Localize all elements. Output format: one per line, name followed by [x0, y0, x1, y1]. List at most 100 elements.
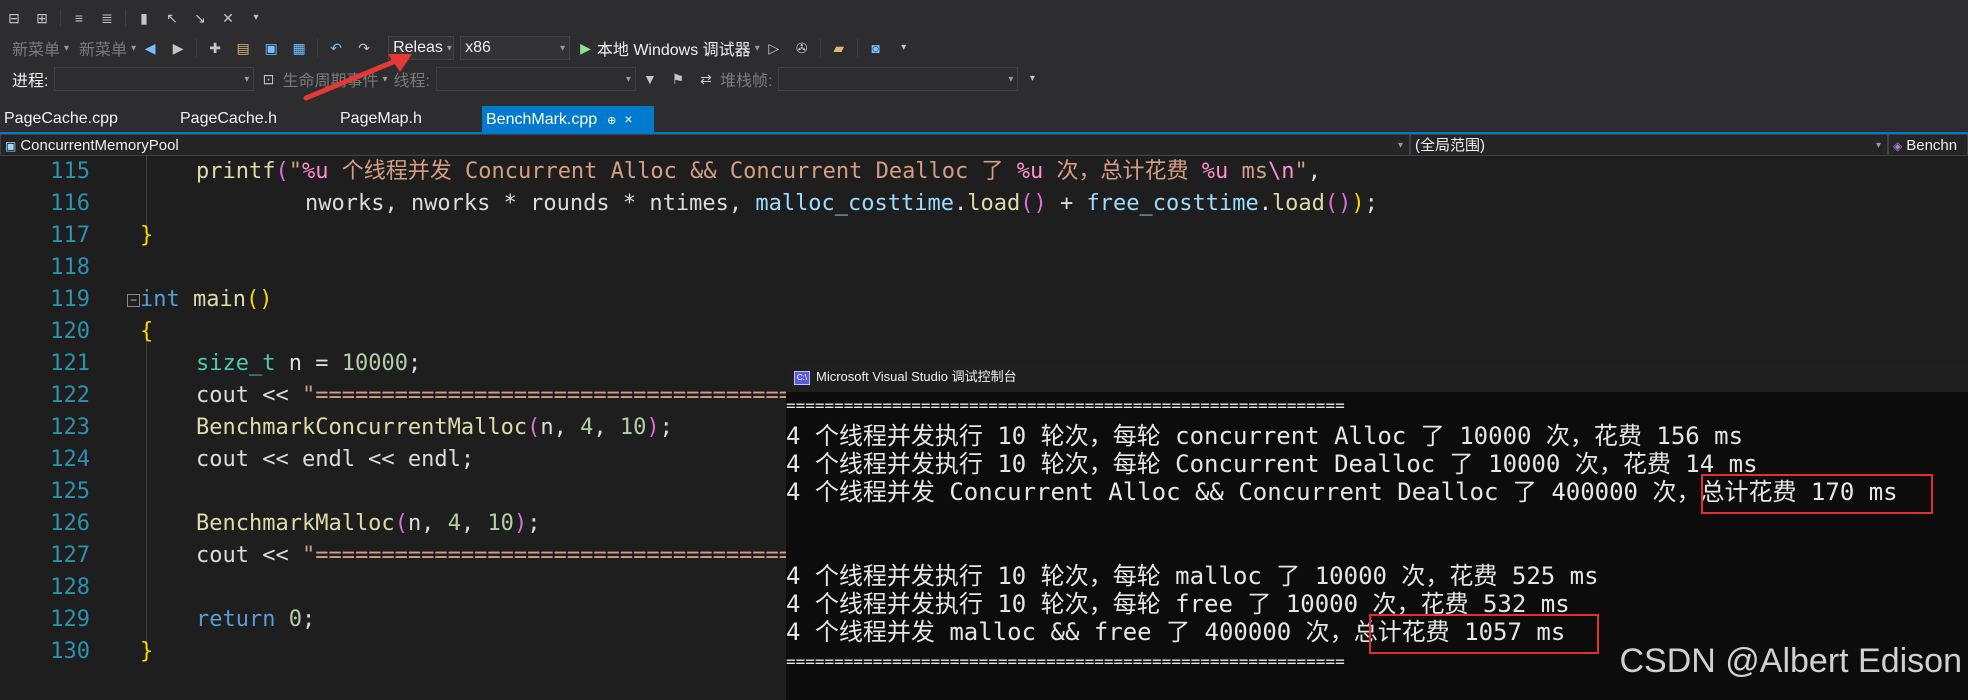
code-token: .: [1258, 191, 1272, 216]
start-debugger-button[interactable]: 本地 Windows 调试器: [597, 36, 751, 60]
line-number: 116: [50, 191, 90, 216]
code-token: 10: [487, 511, 514, 536]
code-text: }: [140, 220, 153, 252]
code-token: ": [288, 159, 302, 184]
line-number: 118: [50, 255, 90, 280]
toolbar-area: ⊟ ⊞ ≡ ≣ ▮ ↖ ↘ ✕ ▾ 新菜单 ▾ 新菜单 ▾ ◀ ▶ ✚ ▤ ▣ ▦ …: [0, 0, 1968, 112]
tab-pagemap-h[interactable]: PageMap.h: [336, 106, 426, 132]
separator: [125, 9, 126, 27]
code-token: ,: [460, 511, 488, 536]
tab-pagecache-cpp[interactable]: PageCache.cpp: [0, 106, 122, 132]
start-debug-icon[interactable]: ▶: [580, 40, 591, 57]
next-bookmark-icon[interactable]: ↘: [192, 10, 208, 26]
outdent-icon[interactable]: ≣: [99, 10, 115, 26]
code-token: size_t: [196, 351, 276, 376]
code-token: }: [140, 223, 154, 248]
bookmark-icon[interactable]: ▮: [136, 10, 152, 26]
project-name: ConcurrentMemoryPool: [20, 137, 179, 154]
code-token: ": [1294, 159, 1308, 184]
thread-switch-icon[interactable]: ⇄: [698, 71, 714, 87]
chevron-down-icon: ▾: [64, 42, 70, 54]
hot-reload-icon[interactable]: ✇: [794, 40, 810, 56]
toolbar-overflow-icon[interactable]: ▾: [896, 40, 912, 56]
code-token: (): [1020, 191, 1047, 216]
solution-platform-select[interactable]: x86 ▾: [460, 36, 571, 60]
screenshot-icon[interactable]: ◙: [868, 40, 884, 56]
code-token: ;: [527, 511, 541, 536]
open-file-icon[interactable]: ▤: [235, 40, 251, 56]
chevron-down-icon: ▾: [560, 42, 566, 54]
toolbar-overflow-icon[interactable]: ▾: [1024, 71, 1040, 87]
console-icon: C:\: [794, 370, 810, 385]
code-token: free_costtime: [1086, 191, 1259, 216]
line-number: 121: [50, 351, 90, 376]
code-text: printf("%u 个线程并发 Concurrent Alloc && Con…: [196, 156, 1321, 188]
navigation-bar: ▣ ConcurrentMemoryPool ▾ (全局范围) ▾ ◈ Benchn: [0, 134, 1968, 156]
code-token: (: [527, 415, 541, 440]
flag-icon[interactable]: ⚑: [670, 71, 686, 87]
line-number: 119: [50, 287, 90, 312]
code-token: {: [140, 319, 154, 344]
annotation-arrow: [303, 54, 412, 101]
code-token: (: [275, 159, 289, 184]
close-icon[interactable]: ×: [624, 111, 632, 127]
console-titlebar[interactable]: C:\ Microsoft Visual Studio 调试控制台: [786, 362, 1968, 392]
chevron-down-icon: ▾: [244, 73, 250, 85]
code-token: 个线程并发 Concurrent Alloc && Concurrent Dea…: [328, 159, 1017, 184]
navigate-back-icon[interactable]: ◀: [142, 40, 158, 56]
code-token: load: [967, 191, 1021, 216]
line-number: 117: [50, 223, 90, 248]
thread-select[interactable]: ▾: [435, 67, 636, 91]
code-token: nworks, nworks * rounds * ntimes,: [252, 191, 756, 216]
code-token: int: [140, 287, 180, 312]
save-icon[interactable]: ▣: [263, 40, 279, 56]
code-token: ): [646, 415, 660, 440]
line-number: 130: [50, 639, 90, 664]
toolbar-row-3: 进程: ▾ ⊡ 生命周期事件 ▾ 线程: ▾ ▼ ⚑ ⇄ 堆栈帧: ▾ ▾: [0, 66, 1968, 92]
chevron-down-icon: ▾: [625, 73, 631, 85]
toolbar-overflow-icon[interactable]: ▾: [248, 10, 264, 26]
tab-benchmark-cpp[interactable]: BenchMark.cpp ⊕ ×: [482, 106, 654, 132]
highlight-box: [1369, 614, 1599, 654]
code-token: .: [954, 191, 968, 216]
member-name: Benchn: [1906, 137, 1958, 154]
line-number: 127: [50, 543, 90, 568]
scope-dropdown[interactable]: (全局范围) ▾: [1410, 134, 1888, 156]
code-token: main: [193, 287, 246, 312]
member-dropdown[interactable]: ◈ Benchn: [1888, 134, 1968, 156]
pin-icon[interactable]: ⊕: [607, 115, 616, 127]
new-project-icon[interactable]: ✚: [207, 40, 223, 56]
toolbar-row-1: ⊟ ⊞ ≡ ≣ ▮ ↖ ↘ ✕ ▾: [0, 6, 1968, 30]
new-menu-1[interactable]: 新菜单: [12, 36, 60, 60]
comment-icon[interactable]: ⊟: [6, 10, 22, 26]
tab-pagecache-h[interactable]: PageCache.h: [176, 106, 281, 132]
stackframe-select[interactable]: ▾: [778, 67, 1019, 91]
project-dropdown[interactable]: ▣ ConcurrentMemoryPool ▾: [0, 134, 1410, 156]
navigate-forward-icon[interactable]: ▶: [170, 40, 186, 56]
toolbar-row-2: 新菜单 ▾ 新菜单 ▾ ◀ ▶ ✚ ▤ ▣ ▦ ↶ ↷ Releas ▾ x86 ▾ ▶…: [0, 34, 1968, 62]
separator: [856, 39, 858, 57]
folder-icon[interactable]: ▰: [831, 40, 847, 56]
prev-bookmark-icon[interactable]: ↖: [164, 10, 180, 26]
code-token: n,: [540, 415, 581, 440]
code-token: 0: [288, 607, 302, 632]
code-token: %u: [1016, 159, 1044, 184]
chevron-down-icon[interactable]: ▾: [755, 43, 760, 54]
process-select[interactable]: ▾: [54, 67, 255, 91]
indent-icon[interactable]: ≡: [71, 10, 87, 26]
filter-icon[interactable]: ▼: [642, 71, 658, 87]
clear-bookmarks-icon[interactable]: ✕: [220, 10, 236, 26]
code-token: malloc_costtime: [755, 191, 955, 216]
uncomment-icon[interactable]: ⊞: [34, 10, 50, 26]
new-menu-2[interactable]: 新菜单: [79, 36, 127, 60]
lifecycle-events-icon[interactable]: ⊡: [260, 71, 276, 87]
highlight-box: [1701, 474, 1933, 514]
start-without-debug-icon[interactable]: ▷: [766, 40, 782, 56]
code-token: cout <<: [196, 383, 302, 408]
code-token: \n: [1268, 159, 1295, 184]
collapse-icon[interactable]: −: [127, 294, 140, 307]
code-token: ,: [1307, 159, 1322, 184]
line-number: 115: [50, 159, 90, 184]
line-number: 120: [50, 319, 90, 344]
code-token: ;: [407, 351, 422, 376]
